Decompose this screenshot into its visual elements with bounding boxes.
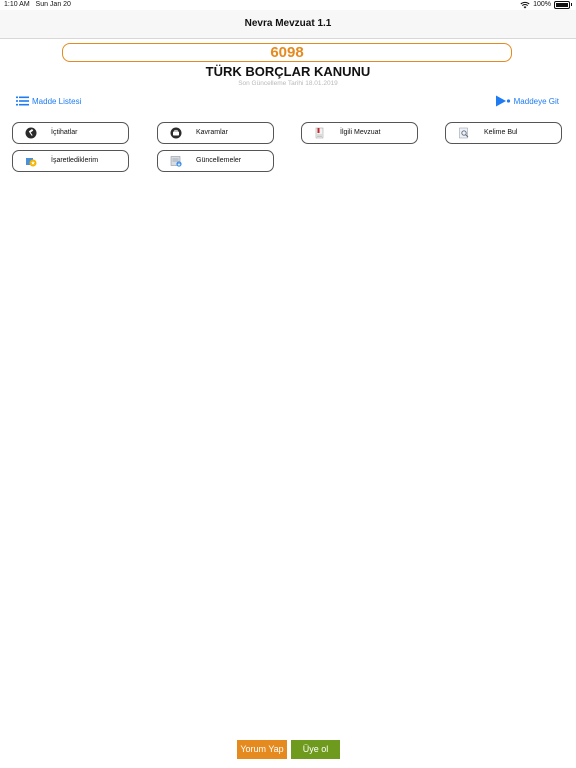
- ilgili-mevzuat-button[interactable]: İlgili Mevzuat: [301, 122, 418, 144]
- comment-button[interactable]: Yorum Yap: [237, 740, 287, 759]
- gavel-icon: [25, 127, 37, 139]
- law-number: 6098: [270, 44, 304, 61]
- article-list-label: Madde Listesi: [32, 96, 82, 106]
- isaretlediklerim-label: İşaretlediklerim: [51, 157, 99, 164]
- go-arrow-icon: [495, 95, 510, 107]
- status-date: Sun Jan 20: [35, 1, 71, 8]
- navigation-bar: Nevra Mevzuat 1.1: [0, 10, 576, 39]
- isaretlediklerim-button[interactable]: İşaretlediklerim: [12, 150, 129, 172]
- law-title: TÜRK BORÇLAR KANUNU: [205, 64, 371, 79]
- kelime-bul-label: Kelime Bul: [484, 129, 518, 136]
- guncellemeler-button[interactable]: Güncellemeler: [157, 150, 274, 172]
- list-icon: [16, 96, 29, 106]
- nav-title: Nevra Mevzuat 1.1: [244, 18, 332, 29]
- go-to-article-link[interactable]: Maddeye Git: [495, 95, 559, 107]
- ictihatlar-label: İçtihatlar: [51, 129, 78, 136]
- signup-button[interactable]: Üye ol: [291, 740, 340, 759]
- search-document-icon: [459, 127, 469, 139]
- bookmarks-icon: [26, 158, 37, 167]
- ictihatlar-button[interactable]: İçtihatlar: [12, 122, 129, 144]
- document-icon: [315, 127, 324, 139]
- status-bar: 1:10 AM Sun Jan 20 100%: [0, 0, 576, 10]
- battery-tip: [571, 3, 572, 6]
- battery-percent: 100%: [533, 1, 551, 8]
- briefcase-icon: [170, 127, 182, 139]
- wifi-icon: [520, 1, 530, 8]
- kavramlar-button[interactable]: Kavramlar: [157, 122, 274, 144]
- status-right: 100%: [520, 0, 572, 9]
- go-to-article-label: Maddeye Git: [513, 96, 559, 106]
- article-list-link[interactable]: Madde Listesi: [16, 95, 81, 107]
- status-time: 1:10 AM: [4, 1, 30, 8]
- battery-icon: [554, 0, 570, 9]
- last-update-date: Son Güncelleme Tarihi 18.01.2019: [238, 80, 338, 87]
- updates-icon: [170, 156, 182, 167]
- kelime-bul-button[interactable]: Kelime Bul: [445, 122, 562, 144]
- status-left: 1:10 AM Sun Jan 20: [4, 0, 71, 9]
- ilgili-mevzuat-label: İlgili Mevzuat: [340, 129, 381, 136]
- kavramlar-label: Kavramlar: [196, 129, 228, 136]
- guncellemeler-label: Güncellemeler: [196, 157, 242, 164]
- law-number-box: 6098: [62, 43, 512, 62]
